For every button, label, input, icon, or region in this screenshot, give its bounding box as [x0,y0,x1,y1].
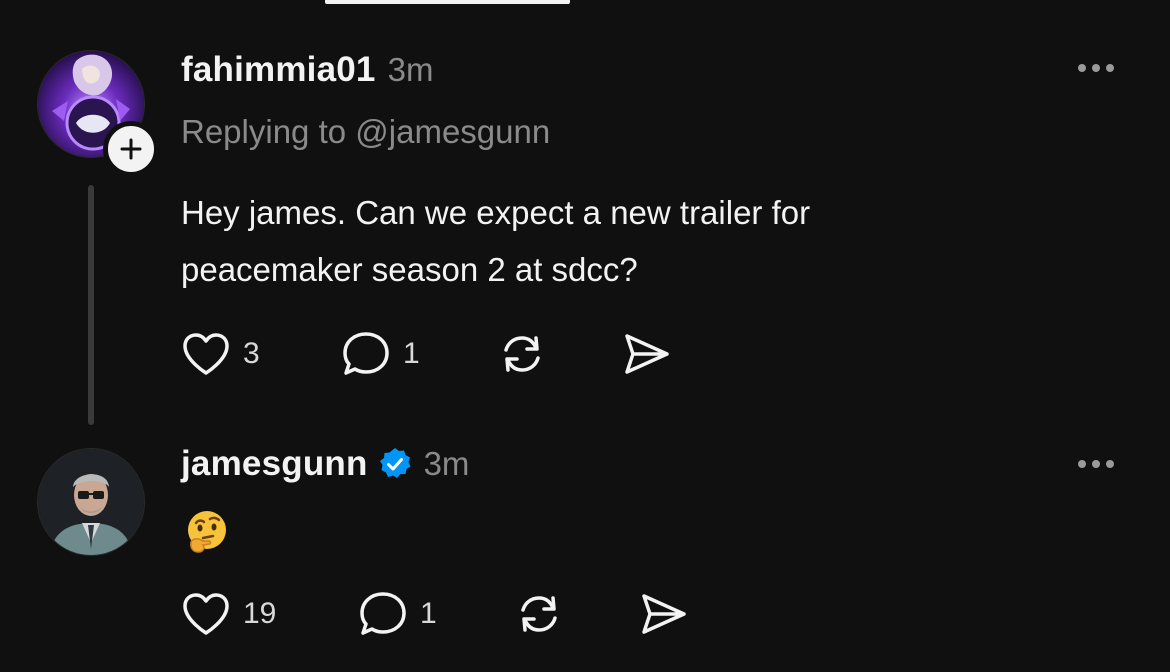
comment-button[interactable]: 1 [358,590,513,638]
like-count: 19 [243,597,277,630]
post-header: jamesgunn 3m [181,444,469,484]
comment-count: 1 [420,597,437,630]
thread-line [88,185,94,425]
repost-button[interactable] [496,330,621,378]
comment-bubble-icon [343,332,389,375]
avatar[interactable] [37,448,145,556]
heart-icon [183,593,229,635]
replying-to-label[interactable]: Replying to @jamesgunn [181,113,550,151]
username[interactable]: fahimmia01 [181,50,376,90]
send-icon [625,334,669,374]
post-text-line: Hey james. Can we expect a new trailer f… [181,194,811,231]
repost-icon [504,336,540,372]
post-header: fahimmia01 3m [181,50,433,90]
comment-button[interactable]: 1 [341,330,496,378]
plus-icon [120,138,142,160]
share-button[interactable] [621,330,673,378]
timestamp: 3m [387,51,434,88]
post-text-line: peacemaker season 2 at sdcc? [181,251,638,288]
thinking-face-emoji-icon [188,511,226,553]
comment-bubble-icon [360,592,406,635]
more-options-button[interactable] [1078,454,1122,474]
reply-post: fahimmia01 3m Replying to @jamesgunn Hey… [0,0,1170,430]
post-text: Hey james. Can we expect a new trailer f… [181,184,1081,298]
share-button[interactable] [638,590,690,638]
follow-button[interactable] [103,121,159,177]
like-button[interactable]: 19 [181,591,358,637]
repost-icon [521,596,557,632]
comment-count: 1 [403,337,420,370]
verified-badge-icon [379,448,411,478]
more-dots-icon [1078,64,1086,72]
timestamp: 3m [423,445,470,482]
heart-icon [183,333,229,375]
response-post: jamesgunn 3m 19 1 [0,430,1170,672]
like-button[interactable]: 3 [181,331,341,377]
send-icon [642,594,686,634]
username[interactable]: jamesgunn [181,444,368,484]
more-options-button[interactable] [1078,58,1122,78]
like-count: 3 [243,337,260,370]
more-dots-icon [1078,460,1086,468]
repost-button[interactable] [513,590,638,638]
action-bar: 3 1 [181,330,673,378]
man-in-suit-avatar-icon [38,449,144,555]
action-bar: 19 1 [181,590,690,638]
